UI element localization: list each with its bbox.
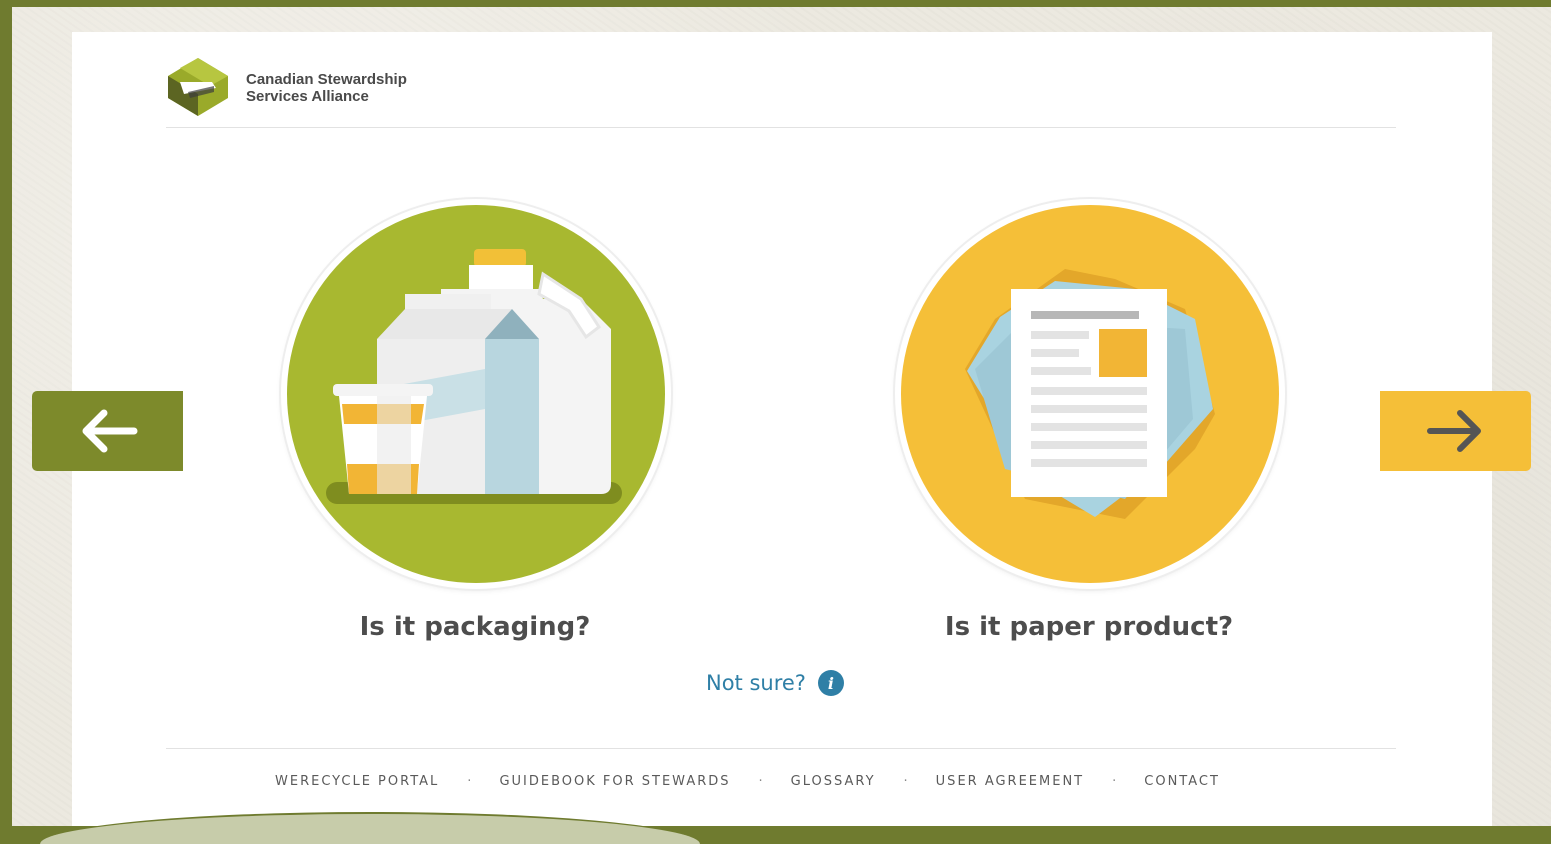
footer-link-contact[interactable]: CONTACT (1144, 774, 1220, 789)
next-button[interactable] (1380, 391, 1531, 471)
arrow-left-icon (82, 409, 137, 453)
packaging-option[interactable] (281, 199, 671, 589)
footer-nav: WERECYCLE PORTAL · GUIDEBOOK FOR STEWARD… (275, 774, 1220, 789)
csa-logo-icon[interactable] (166, 56, 230, 118)
arrow-right-icon (1426, 410, 1481, 452)
brand-name: Canadian Stewardship Services Alliance (246, 71, 407, 105)
footer-separator: · (903, 774, 910, 789)
footer-link-glossary[interactable]: GLOSSARY (791, 774, 876, 789)
packaging-question[interactable]: Is it packaging? (300, 612, 650, 642)
footer-link-werecycle-portal[interactable]: WERECYCLE PORTAL (275, 774, 439, 789)
footer-separator: · (1112, 774, 1119, 789)
header-divider (166, 127, 1396, 128)
footer-separator: · (758, 774, 765, 789)
footer-separator: · (467, 774, 474, 789)
footer-divider (166, 748, 1396, 749)
paper-illustration-icon (965, 269, 1215, 519)
footer-link-guidebook[interactable]: GUIDEBOOK FOR STEWARDS (499, 774, 730, 789)
paper-product-option[interactable] (895, 199, 1285, 589)
paper-question[interactable]: Is it paper product? (900, 612, 1278, 642)
packaging-illustration-icon (326, 249, 622, 504)
info-icon[interactable]: i (817, 670, 844, 696)
not-sure-label: Not sure? (706, 671, 806, 695)
brand-line-2: Services Alliance (246, 88, 369, 105)
previous-button[interactable] (32, 391, 183, 471)
footer-link-user-agreement[interactable]: USER AGREEMENT (936, 774, 1084, 789)
not-sure-link[interactable]: Not sure? i (706, 670, 844, 696)
brand-line-1: Canadian Stewardship (246, 71, 407, 88)
